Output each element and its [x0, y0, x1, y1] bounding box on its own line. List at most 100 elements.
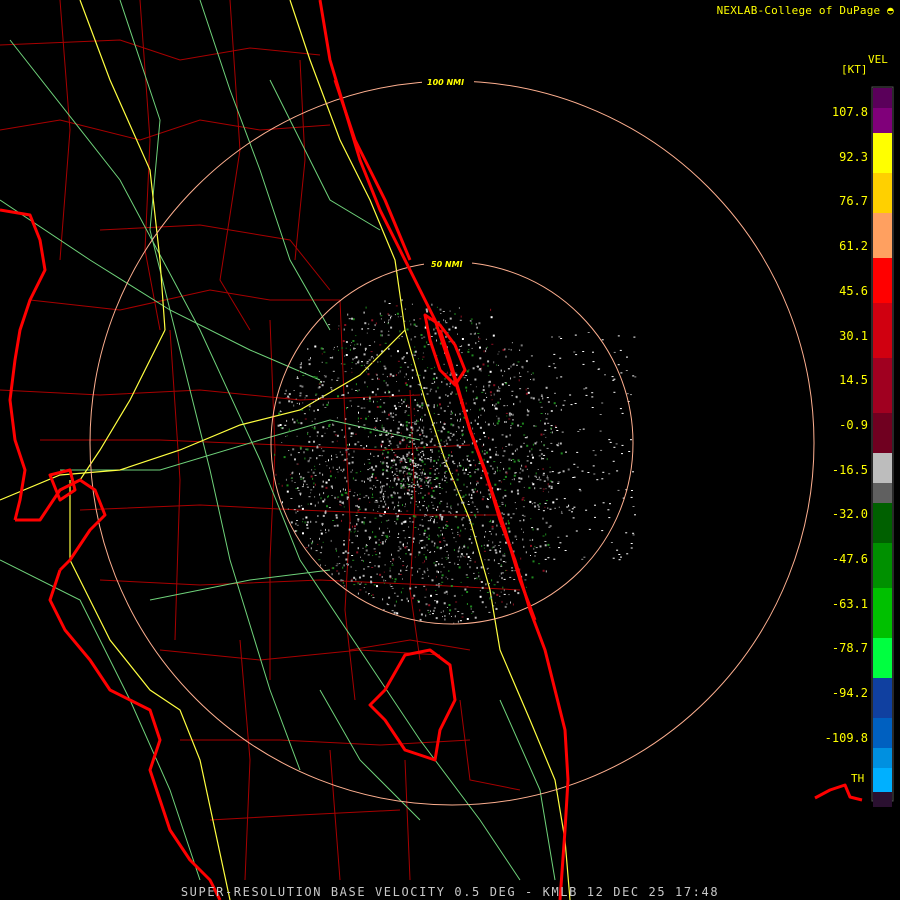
echo-pixel — [493, 559, 495, 562]
echo-pixel — [487, 364, 489, 367]
legend-band — [873, 133, 892, 173]
echo-pixel — [303, 480, 306, 483]
echo-pixel — [440, 500, 443, 502]
echo-pixel — [435, 485, 438, 488]
echo-pixel — [384, 321, 385, 323]
echo-pixel — [504, 605, 507, 608]
echo-pixel — [384, 367, 387, 370]
echo-pixel — [450, 392, 452, 395]
echo-pixel — [628, 451, 631, 452]
echo-pixel — [510, 601, 511, 604]
echo-pixel — [422, 573, 424, 575]
echo-pixel — [459, 413, 461, 416]
echo-pixel — [384, 540, 386, 543]
echo-pixel — [314, 474, 317, 476]
echo-pixel — [420, 334, 423, 336]
echo-pixel — [376, 585, 378, 588]
echo-pixel — [403, 470, 406, 472]
echo-pixel — [417, 506, 419, 508]
echo-pixel — [545, 500, 548, 502]
echo-pixel — [340, 505, 342, 507]
echo-pixel — [436, 602, 438, 604]
echo-pixel — [356, 504, 358, 507]
echo-pixel — [534, 505, 537, 508]
echo-pixel — [539, 503, 541, 505]
echo-pixel — [294, 530, 297, 533]
echo-pixel — [481, 445, 483, 447]
echo-pixel — [430, 517, 432, 519]
echo-pixel — [471, 442, 473, 445]
echo-pixel — [617, 335, 620, 337]
echo-pixel — [478, 322, 481, 325]
echo-pixel — [502, 586, 504, 589]
echo-pixel — [335, 454, 337, 456]
echo-pixel — [511, 479, 513, 481]
echo-pixel — [445, 394, 447, 396]
echo-pixel — [518, 477, 521, 480]
echo-pixel — [374, 551, 376, 553]
echo-pixel — [353, 584, 356, 586]
echo-pixel — [396, 456, 399, 458]
echo-pixel — [348, 318, 351, 320]
echo-pixel — [440, 547, 443, 549]
echo-pixel — [309, 538, 311, 540]
echo-pixel — [312, 471, 315, 474]
echo-pixel — [333, 348, 335, 350]
echo-pixel — [382, 472, 384, 475]
echo-pixel — [508, 458, 511, 461]
echo-pixel — [409, 320, 411, 322]
echo-pixel — [442, 526, 444, 529]
echo-pixel — [370, 580, 372, 582]
echo-pixel — [369, 538, 370, 540]
echo-pixel — [342, 488, 344, 491]
echo-pixel — [542, 510, 545, 512]
echo-pixel — [437, 506, 439, 508]
echo-pixel — [356, 551, 359, 554]
echo-pixel — [507, 519, 509, 522]
echo-pixel — [299, 402, 300, 405]
echo-pixel — [406, 510, 409, 512]
echo-pixel — [341, 454, 343, 456]
echo-pixel — [335, 456, 338, 458]
echo-pixel — [294, 458, 296, 461]
echo-pixel — [393, 459, 396, 462]
echo-pixel — [397, 492, 399, 495]
echo-pixel — [439, 308, 442, 311]
echo-pixel — [383, 410, 385, 412]
echo-pixel — [338, 466, 340, 469]
echo-pixel — [450, 508, 452, 510]
echo-pixel — [303, 483, 304, 486]
echo-pixel — [359, 576, 361, 579]
echo-pixel — [524, 499, 526, 501]
echo-pixel — [396, 475, 399, 476]
echo-pixel — [435, 515, 438, 518]
echo-pixel — [366, 386, 368, 388]
echo-pixel — [488, 380, 491, 383]
echo-pixel — [427, 404, 430, 407]
echo-pixel — [575, 530, 578, 532]
echo-pixel — [532, 538, 534, 541]
echo-pixel — [445, 576, 447, 578]
echo-pixel — [355, 515, 358, 516]
echo-pixel — [504, 421, 506, 423]
legend-tick: 14.5 — [839, 373, 868, 388]
echo-pixel — [390, 326, 393, 329]
echo-pixel — [437, 413, 440, 415]
echo-pixel — [381, 454, 383, 456]
echo-pixel — [516, 538, 518, 540]
echo-pixel — [433, 545, 435, 547]
echo-pixel — [485, 421, 486, 423]
echo-pixel — [390, 561, 392, 562]
echo-pixel — [414, 346, 416, 348]
echo-pixel — [485, 606, 487, 608]
echo-pixel — [363, 364, 365, 366]
radar-map[interactable]: 50 NMI 100 NMI — [0, 0, 900, 900]
echo-pixel — [321, 384, 324, 387]
echo-pixel — [479, 426, 482, 429]
echo-pixel — [471, 613, 473, 614]
echo-pixel — [413, 351, 415, 354]
echo-pixel — [543, 480, 546, 482]
echo-pixel — [619, 349, 622, 351]
echo-pixel — [361, 328, 363, 330]
echo-pixel — [447, 457, 449, 459]
